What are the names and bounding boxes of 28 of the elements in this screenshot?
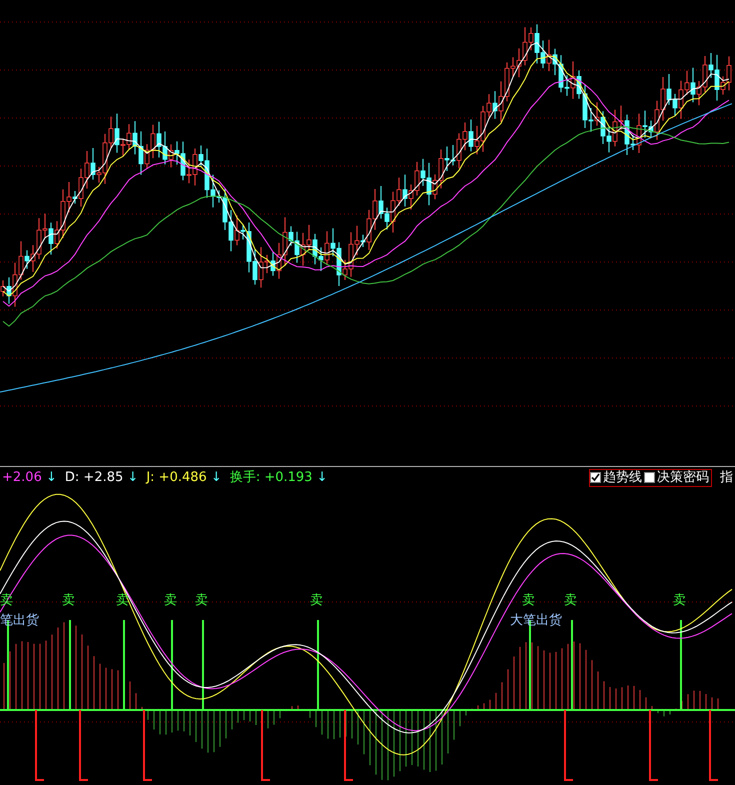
signal-marker-line: [35, 710, 44, 781]
indicator-value: 换手: +0.193 ↓: [230, 468, 328, 487]
sell-signal-label: 卖: [195, 594, 208, 607]
sell-signal-label: 卖: [164, 594, 177, 607]
signal-marker-line: [261, 710, 270, 781]
sell-signal-label: 卖: [673, 594, 686, 607]
sell-signal-label: 卖: [116, 594, 129, 607]
sell-signal-label: 卖: [522, 594, 535, 607]
sell-signal-label: 卖: [310, 594, 323, 607]
signal-marker-line: [709, 710, 718, 781]
indicator-menu-label[interactable]: 指: [720, 468, 733, 488]
checkbox[interactable]: [644, 472, 655, 483]
indicator-value: +2.06 ↓: [2, 468, 57, 487]
signal-marker-line: [649, 710, 658, 781]
option-checkbox[interactable]: 趋势线: [590, 468, 644, 488]
signal-marker-line: [79, 710, 88, 781]
block-sell-label: 笔出货: [0, 614, 39, 627]
block-sell-label: 大笔出货: [510, 614, 562, 627]
indicator-value: D: +2.85 ↓: [64, 468, 138, 487]
checkmark-icon: [591, 473, 600, 482]
sell-signal-label: 卖: [564, 594, 577, 607]
sell-signal-label: 卖: [62, 594, 75, 607]
signal-marker-line: [143, 710, 152, 781]
indicator-value: J: +0.486 ↓: [146, 468, 222, 487]
option-checkbox[interactable]: 决策密码: [644, 468, 711, 488]
checkbox[interactable]: [590, 472, 601, 483]
signal-marker-line: [564, 710, 573, 781]
signal-marker-line: [344, 710, 353, 781]
